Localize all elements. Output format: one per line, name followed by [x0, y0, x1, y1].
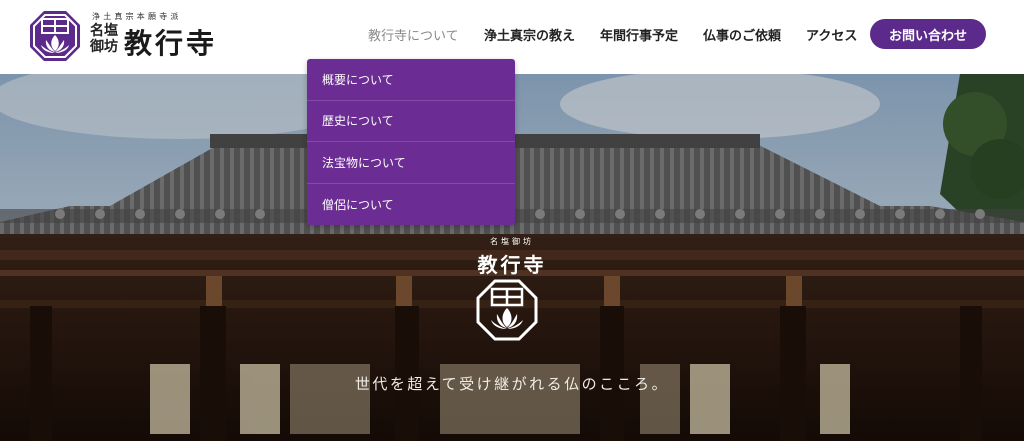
nav-item-access[interactable]: アクセス — [806, 25, 857, 44]
about-dropdown-menu: 概要について 歴史について 法宝物について 僧侶について — [307, 59, 515, 225]
nav-item-events[interactable]: 年間行事予定 — [600, 25, 678, 44]
nav-item-requests[interactable]: 仏事のご依頼 — [703, 25, 781, 44]
dropdown-item-treasures[interactable]: 法宝物について — [307, 142, 515, 184]
main-nav: 教行寺について 浄土真宗の教え 年間行事予定 仏事のご依頼 アクセス お問い合わ… — [0, 19, 1024, 49]
nav-item-teachings[interactable]: 浄土真宗の教え — [484, 25, 575, 44]
dropdown-item-priests[interactable]: 僧侶について — [307, 184, 515, 226]
contact-button[interactable]: お問い合わせ — [870, 19, 986, 49]
dropdown-item-overview[interactable]: 概要について — [307, 59, 515, 101]
dropdown-item-history[interactable]: 歴史について — [307, 101, 515, 142]
nav-item-about[interactable]: 教行寺について — [368, 25, 459, 44]
